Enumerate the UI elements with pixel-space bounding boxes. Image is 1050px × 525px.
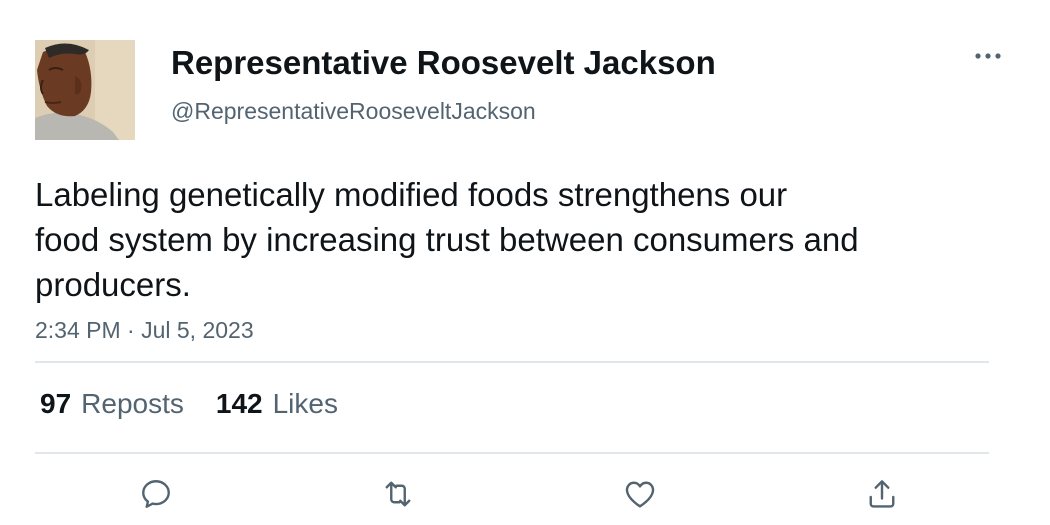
likes-stat[interactable]: 142 Likes — [216, 386, 338, 422]
author-handle[interactable]: @RepresentativeRooseveltJackson — [171, 96, 536, 126]
heart-icon — [625, 481, 655, 508]
reply-button[interactable] — [136, 474, 176, 514]
avatar-photo — [35, 40, 135, 140]
share-button[interactable] — [862, 474, 902, 514]
tweet-text-line: food system by increasing trust between … — [35, 221, 859, 258]
likes-label: Likes — [272, 388, 338, 419]
like-button[interactable] — [620, 474, 660, 514]
tweet-text: Labeling genetically modified foods stre… — [35, 172, 955, 307]
engagement-stats: 97 Reposts 142 Likes — [40, 386, 338, 422]
avatar[interactable] — [35, 40, 135, 140]
likes-count: 142 — [215, 388, 263, 419]
repost-icon — [385, 481, 411, 507]
tweet-card: Representative Roosevelt Jackson @Repres… — [0, 0, 1050, 525]
tweet-timestamp[interactable]: 2:34 PM · Jul 5, 2023 — [35, 315, 254, 345]
divider — [35, 361, 989, 363]
author-display-name[interactable]: Representative Roosevelt Jackson — [171, 42, 716, 84]
repost-button[interactable] — [378, 474, 418, 514]
reposts-count: 97 — [40, 388, 72, 419]
tweet-text-line: Labeling genetically modified foods stre… — [35, 176, 788, 213]
tweet-text-line: producers. — [35, 266, 191, 303]
reposts-label: Reposts — [81, 388, 184, 419]
reply-icon — [142, 480, 170, 508]
share-icon — [869, 480, 895, 508]
more-options-button[interactable] — [966, 40, 1010, 72]
more-horizontal-icon — [975, 53, 1001, 59]
divider — [35, 452, 989, 454]
reposts-stat[interactable]: 97 Reposts — [40, 386, 184, 422]
